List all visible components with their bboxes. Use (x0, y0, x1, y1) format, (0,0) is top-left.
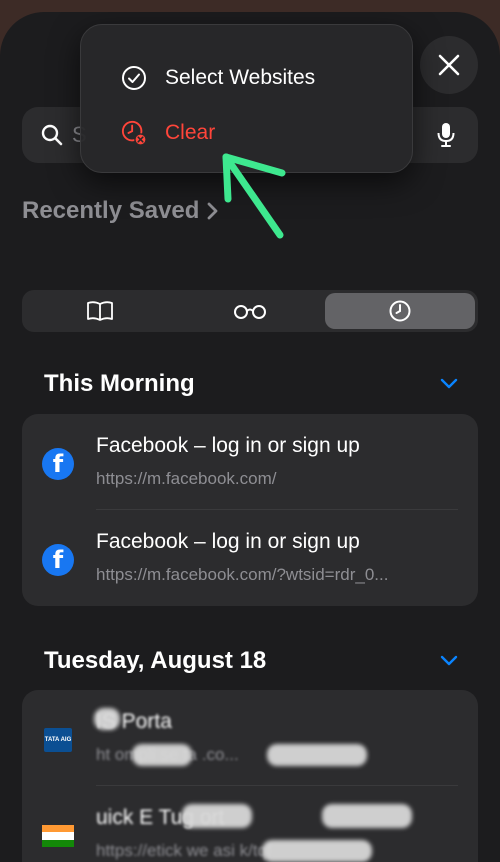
history-row[interactable]: TATA AIG IS Porta ht ompli se ta .co... (22, 690, 478, 786)
chevron-down-icon[interactable] (440, 655, 458, 667)
close-icon (438, 54, 460, 76)
close-button[interactable] (420, 36, 478, 94)
history-row[interactable]: f Facebook – log in or sign up https://m… (22, 414, 478, 510)
checkmark-circle-icon (121, 65, 147, 91)
tata-aig-logo: TATA AIG (44, 728, 72, 752)
history-card-tuesday: TATA AIG IS Porta ht ompli se ta .co... … (22, 690, 478, 862)
history-row-url: https://m.facebook.com/ (96, 469, 277, 488)
segment-history[interactable] (325, 293, 475, 329)
library-segmented-control (22, 290, 478, 332)
history-row-url: https://m.facebook.com/?wtsid=rdr_0... (96, 565, 389, 584)
chevron-down-icon[interactable] (440, 378, 458, 390)
select-websites-label: Select Websites (165, 66, 316, 89)
history-row[interactable]: uick E Tug ort https://etick we asi k/tq… (22, 786, 478, 862)
history-row[interactable]: f Facebook – log in or sign up https://m… (22, 510, 478, 606)
recently-saved-label: Recently Saved (22, 197, 200, 224)
history-row-title: Facebook – log in or sign up (96, 434, 360, 457)
clear-label: Clear (165, 121, 216, 144)
facebook-icon: f (42, 448, 74, 480)
history-sheet: S Recently Saved (0, 12, 500, 862)
reading-list-icon (234, 305, 266, 319)
annotation-arrow-icon (222, 153, 286, 239)
search-icon (40, 123, 64, 147)
select-websites-menu-item[interactable]: Select Websites (81, 50, 412, 106)
india-flag-icon (42, 820, 74, 852)
segment-bookmarks[interactable] (25, 293, 175, 329)
history-row-title: Facebook – log in or sign up (96, 530, 360, 553)
history-icon (389, 300, 411, 322)
redaction-mark (262, 840, 372, 862)
facebook-icon: f (42, 544, 74, 576)
segment-reading-list[interactable] (175, 293, 325, 329)
redaction-mark (182, 804, 252, 828)
redaction-mark (267, 744, 367, 766)
tata-aig-icon: TATA AIG (42, 724, 74, 756)
bookmarks-icon (87, 301, 113, 321)
microphone-icon[interactable] (436, 122, 456, 148)
redaction-mark (322, 804, 412, 828)
recently-saved-link[interactable]: Recently Saved (22, 197, 219, 225)
history-card-this-morning: f Facebook – log in or sign up https://m… (22, 414, 478, 606)
section-title-this-morning: This Morning (44, 370, 195, 397)
redaction-mark (94, 708, 120, 730)
section-title-tuesday: Tuesday, August 18 (44, 647, 267, 674)
redaction-mark (132, 744, 192, 766)
clear-history-icon (121, 120, 147, 146)
